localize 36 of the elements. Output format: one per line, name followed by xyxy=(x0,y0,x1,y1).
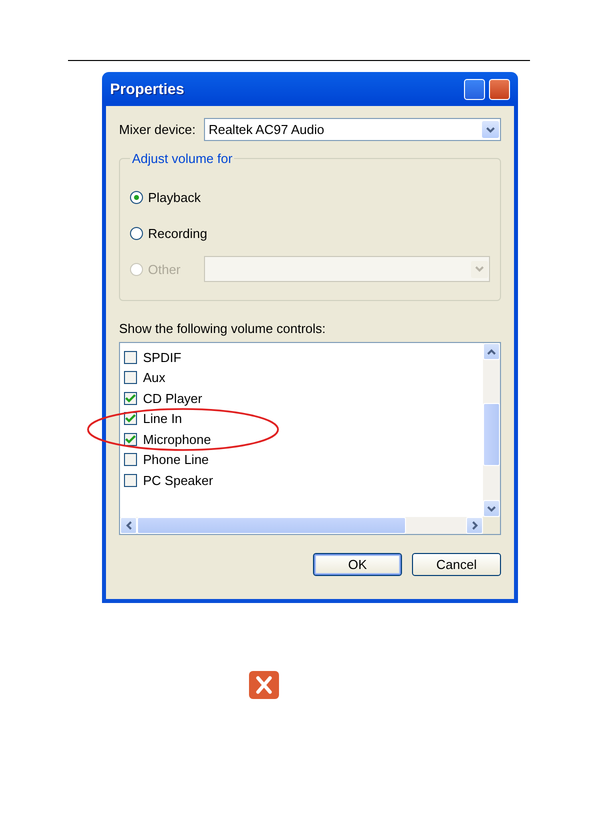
vertical-scrollbar[interactable] xyxy=(483,343,500,517)
scrollbar-corner xyxy=(483,517,500,534)
checkbox[interactable] xyxy=(124,371,137,384)
close-icon xyxy=(248,670,280,700)
checkbox[interactable] xyxy=(124,350,137,364)
checkbox[interactable] xyxy=(124,474,137,487)
volume-controls-list[interactable]: SPDIF Aux CD Player Line In Microphone Phone Line PC Speaker xyxy=(119,342,501,535)
down-chevron-icon[interactable] xyxy=(487,506,496,512)
close-button[interactable] xyxy=(489,78,510,100)
ok-button[interactable]: OK xyxy=(313,553,402,576)
list-label: Show the following volume controls: xyxy=(119,321,327,336)
radio-label: Recording xyxy=(148,226,208,240)
checkbox-label: CD Player xyxy=(143,390,202,406)
checkbox[interactable] xyxy=(124,453,137,466)
checkbox-label: Line In xyxy=(143,411,182,426)
checkbox[interactable] xyxy=(124,432,137,446)
radio-button[interactable] xyxy=(130,190,143,204)
checkbox-label: PC Speaker xyxy=(143,472,214,488)
checkbox-label: Aux xyxy=(143,370,166,386)
left-chevron-icon[interactable] xyxy=(126,521,132,530)
horizontal-scrollbar[interactable] xyxy=(120,517,483,534)
window-title: Properties xyxy=(110,80,186,98)
field-label: Mixer device: xyxy=(119,122,196,137)
checkbox[interactable] xyxy=(124,392,137,405)
checkbox-label: Phone Line xyxy=(143,452,209,468)
group-title: Adjust volume for xyxy=(131,151,234,166)
checkbox-label: SPDIF xyxy=(143,350,182,365)
up-chevron-icon[interactable] xyxy=(487,348,496,354)
radio-label: Playback xyxy=(148,190,201,204)
radio-label: Other xyxy=(148,262,181,276)
right-chevron-icon[interactable] xyxy=(472,521,478,530)
help-button[interactable] xyxy=(464,78,485,100)
checkbox-label: Microphone xyxy=(143,432,211,447)
radio-button[interactable] xyxy=(130,226,143,240)
cancel-button[interactable]: Cancel xyxy=(412,553,501,576)
mixer-dropdown[interactable]: Realtek AC97 Audio xyxy=(204,118,501,141)
